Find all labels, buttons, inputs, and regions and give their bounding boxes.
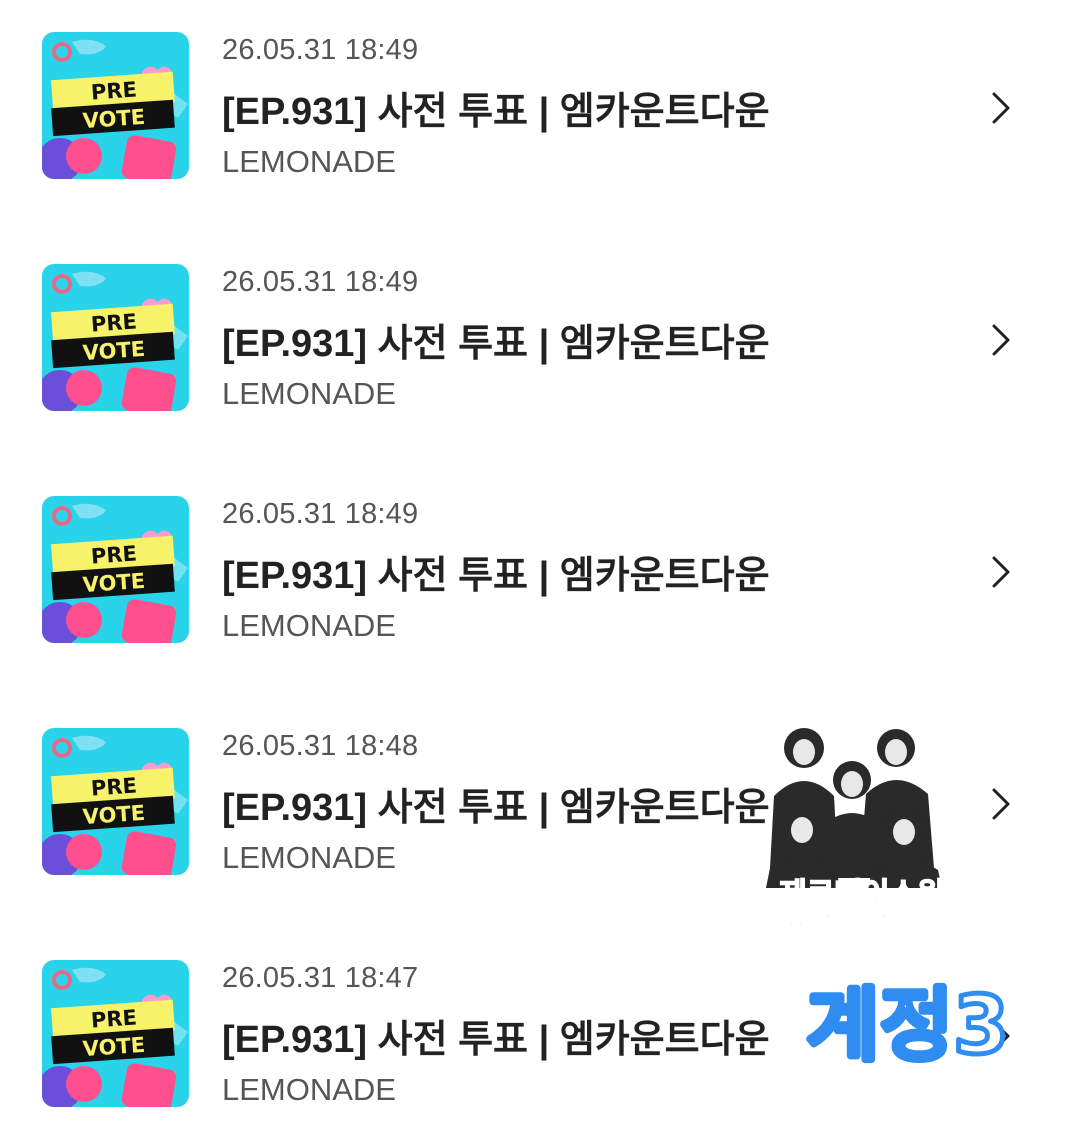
thumbnail-label-pre: PRE bbox=[90, 309, 137, 336]
thumbnail-label-pre: PRE bbox=[90, 541, 137, 568]
thumbnail-label-pre: PRE bbox=[90, 77, 137, 104]
sticker-text-line2: 인스티즈 bbox=[787, 909, 897, 944]
item-artist: LEMONADE bbox=[222, 376, 396, 411]
prevote-thumbnail: PRE VOTE bbox=[42, 496, 189, 643]
chevron-right-icon[interactable] bbox=[986, 784, 1016, 824]
chevron-right-icon[interactable] bbox=[986, 320, 1016, 360]
item-title: [EP.931] 사전 투표 | 엠카운트다운 bbox=[222, 1019, 770, 1061]
prevote-thumbnail: PRE VOTE bbox=[42, 264, 189, 411]
thumbnail-label-vote: VOTE bbox=[82, 801, 146, 829]
item-title: [EP.931] 사전 투표 | 엠카운트다운 bbox=[222, 787, 770, 829]
prevote-thumbnail: PRE VOTE bbox=[42, 32, 189, 179]
thumbnail-label-vote: VOTE bbox=[82, 337, 146, 365]
item-artist: LEMONADE bbox=[222, 840, 396, 875]
item-title: [EP.931] 사전 투표 | 엠카운트다운 bbox=[222, 323, 770, 365]
item-artist: LEMONADE bbox=[222, 608, 396, 643]
list-item[interactable]: PRE VOTE 26.05.31 18:49 [EP.931] 사전 투표 |… bbox=[0, 264, 1080, 414]
item-date: 26.05.31 18:47 bbox=[222, 962, 419, 994]
chevron-right-icon[interactable] bbox=[986, 552, 1016, 592]
handwritten-annotation: 계정3 bbox=[800, 975, 1052, 1075]
item-date: 26.05.31 18:49 bbox=[222, 266, 419, 298]
item-date: 26.05.31 18:49 bbox=[222, 498, 419, 530]
handwriting-text: 계정3 bbox=[806, 979, 1009, 1067]
item-date: 26.05.31 18:49 bbox=[222, 34, 419, 66]
item-date: 26.05.31 18:48 bbox=[222, 730, 419, 762]
thumbnail-label-pre: PRE bbox=[90, 773, 137, 800]
item-title: [EP.931] 사전 투표 | 엠카운트다운 bbox=[222, 555, 770, 597]
group-photo-sticker: 제로베이스원 인스티즈 bbox=[756, 718, 968, 945]
prevote-thumbnail: PRE VOTE bbox=[42, 960, 189, 1107]
thumbnail-label-vote: VOTE bbox=[82, 569, 146, 597]
prevote-thumbnail: PRE VOTE bbox=[42, 728, 189, 875]
thumbnail-label-vote: VOTE bbox=[82, 105, 146, 133]
thumbnail-label-vote: VOTE bbox=[82, 1033, 146, 1061]
chevron-right-icon[interactable] bbox=[986, 88, 1016, 128]
list-item[interactable]: PRE VOTE 26.05.31 18:49 [EP.931] 사전 투표 |… bbox=[0, 496, 1080, 646]
item-artist: LEMONADE bbox=[222, 144, 396, 179]
sticker-text-line1: 제로베이스원 bbox=[779, 877, 945, 912]
item-artist: LEMONADE bbox=[222, 1072, 396, 1107]
item-title: [EP.931] 사전 투표 | 엠카운트다운 bbox=[222, 91, 770, 133]
list-item[interactable]: PRE VOTE 26.05.31 18:49 [EP.931] 사전 투표 |… bbox=[0, 32, 1080, 182]
thumbnail-label-pre: PRE bbox=[90, 1005, 137, 1032]
